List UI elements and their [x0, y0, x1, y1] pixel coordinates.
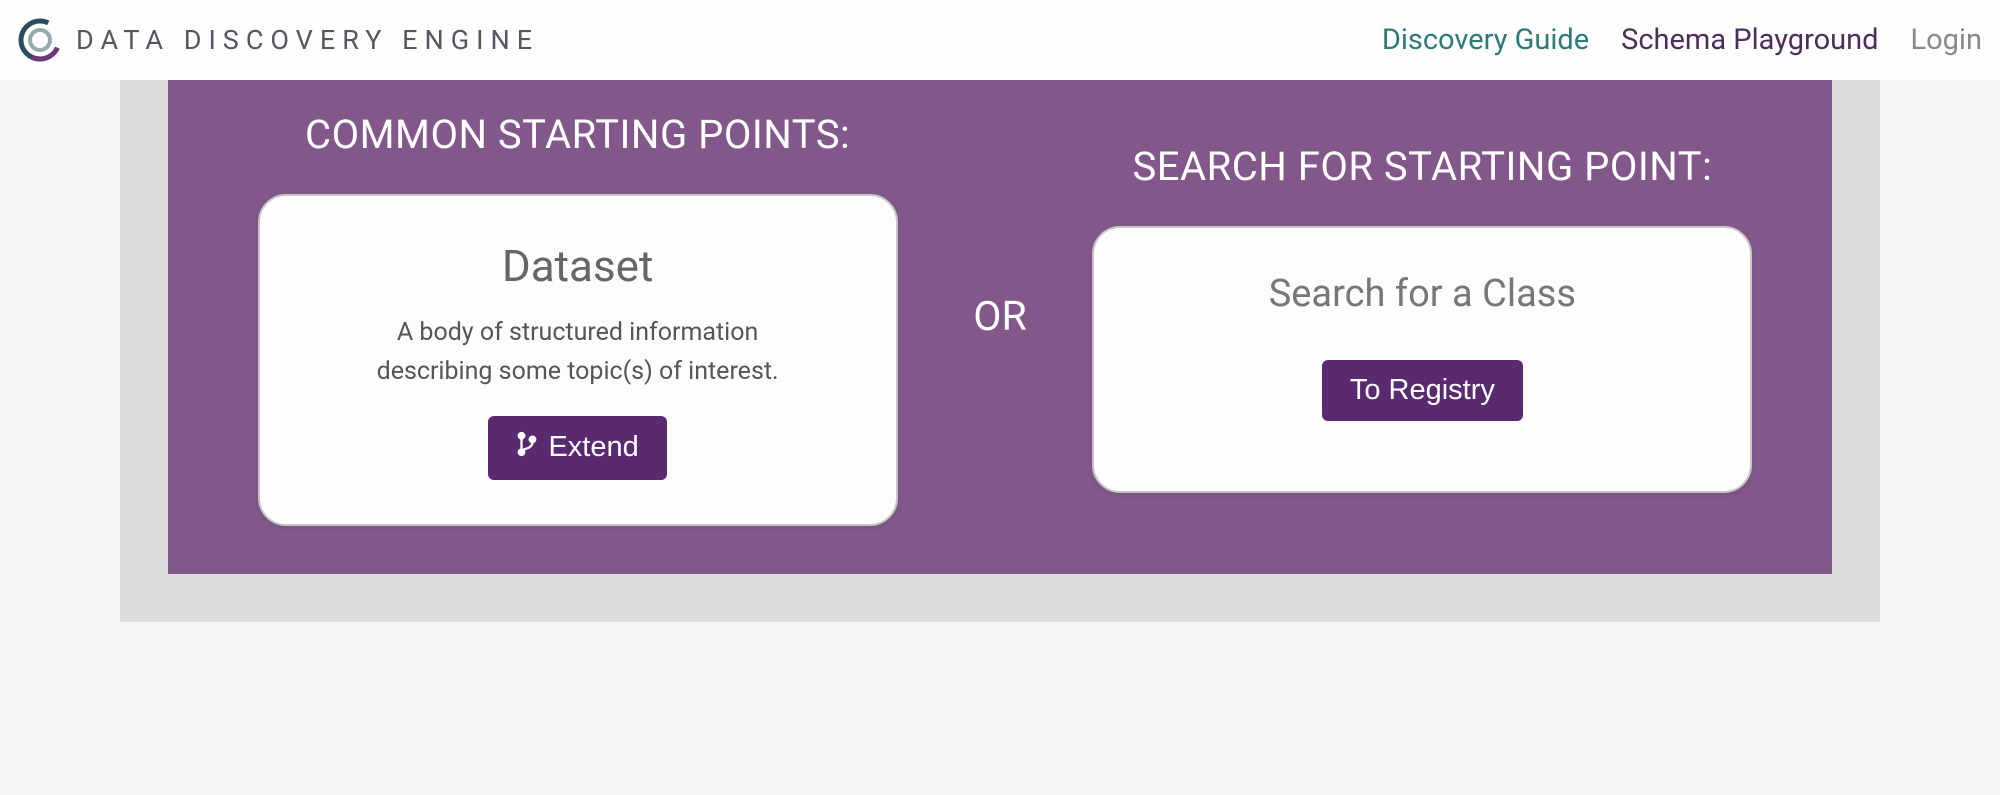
- navbar: DATA DISCOVERY ENGINE Discovery Guide Sc…: [0, 0, 2000, 80]
- common-starting-points-column: COMMON STARTING POINTS: Dataset A body o…: [222, 108, 933, 526]
- search-class-title: Search for a Class: [1138, 272, 1706, 316]
- nav-login[interactable]: Login: [1910, 23, 1982, 57]
- to-registry-button[interactable]: To Registry: [1322, 360, 1523, 421]
- nav-links: Discovery Guide Schema Playground Login: [1382, 23, 1982, 57]
- search-class-card: Search for a Class To Registry: [1092, 226, 1752, 493]
- extend-button-label: Extend: [548, 431, 638, 464]
- search-starting-point-column: SEARCH FOR STARTING POINT: Search for a …: [1067, 140, 1778, 493]
- search-starting-heading: SEARCH FOR STARTING POINT:: [1067, 140, 1778, 194]
- dataset-description: A body of structured information describ…: [304, 314, 852, 392]
- logo-icon: [18, 18, 62, 62]
- content-container: COMMON STARTING POINTS: Dataset A body o…: [120, 80, 1880, 622]
- brand[interactable]: DATA DISCOVERY ENGINE: [18, 18, 539, 62]
- extend-button[interactable]: Extend: [488, 416, 666, 480]
- dataset-card: Dataset A body of structured information…: [258, 194, 898, 526]
- brand-text: DATA DISCOVERY ENGINE: [76, 24, 539, 56]
- common-starting-heading: COMMON STARTING POINTS:: [222, 108, 933, 162]
- nav-discovery-guide[interactable]: Discovery Guide: [1382, 23, 1589, 57]
- or-divider: OR: [933, 293, 1066, 341]
- to-registry-button-label: To Registry: [1350, 374, 1495, 407]
- starting-points-panel: COMMON STARTING POINTS: Dataset A body o…: [168, 80, 1832, 574]
- dataset-title: Dataset: [304, 240, 852, 292]
- nav-schema-playground[interactable]: Schema Playground: [1621, 23, 1878, 57]
- git-branch-icon: [516, 430, 538, 466]
